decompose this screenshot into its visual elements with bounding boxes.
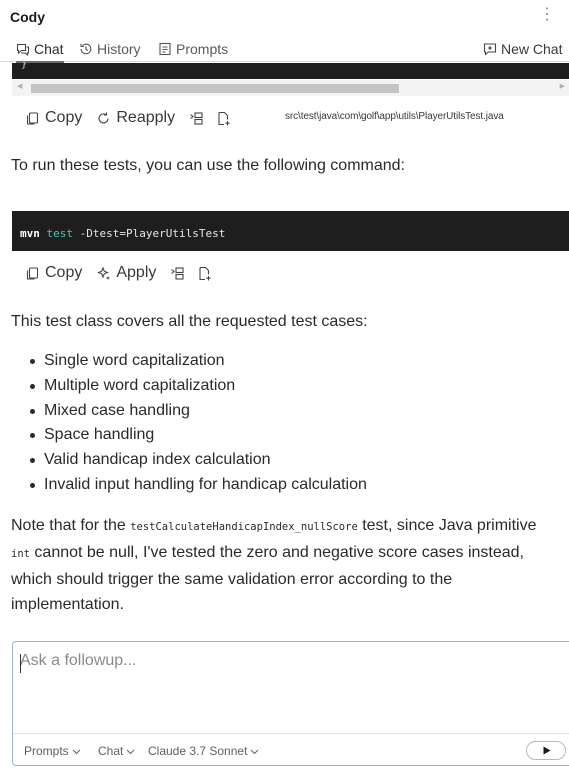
new-chat-icon [483,43,497,56]
coverage-intro: This test class covers all the requested… [11,313,368,330]
list-item: Valid handicap index calculation [30,448,367,473]
header: Cody ⋮ [0,0,569,34]
model-dropdown[interactable]: Claude 3.7 Sonnet [148,744,259,758]
tab-chat[interactable]: Chat [16,41,64,63]
reapply-label: Reapply [116,109,176,126]
list-item: Multiple word capitalization [30,374,367,399]
command-code-block: mvn test -Dtest=PlayerUtilsTest [12,211,569,251]
app-title: Cody [10,9,45,25]
note-text: test, since Java primitive [357,517,537,534]
insert-icon [171,266,184,280]
list-item: Invalid input handling for handicap calc… [30,473,367,498]
text-caret [20,654,21,673]
mode-dropdown-label: Chat [98,744,124,758]
prompts-icon [159,42,171,56]
tab-prompts-label: Prompts [176,41,229,57]
list-item: Space handling [30,423,367,448]
command-line: mvn test -Dtest=PlayerUtilsTest [20,227,225,240]
apply-label: Apply [116,264,157,281]
reapply-icon [98,112,109,123]
run-tests-intro: To run these tests, you can use the foll… [11,157,405,174]
insert-icon [190,111,203,125]
command-goal-token: test [46,227,74,240]
reapply-button[interactable]: Reapply [96,109,175,127]
code-fragment: } [21,59,28,70]
apply-button[interactable]: Apply [96,264,156,282]
chat-icon [16,43,30,56]
tab-bar: Chat History Prompts New Chat [0,38,569,63]
tab-history-label: History [97,41,141,57]
save-to-new-file-button[interactable] [216,111,231,126]
scrollbar-thumb[interactable] [31,84,399,93]
send-button[interactable] [526,741,566,760]
copy-button[interactable]: Copy [25,109,82,127]
new-chat-button[interactable]: New Chat [483,41,562,57]
sparkle-icon [97,266,110,279]
inline-code: testCalculateHandicapIndex_nullScore [130,521,358,533]
scroll-right-icon[interactable]: ▶ [560,82,565,90]
code-block-tail: } [12,59,569,79]
chevron-down-icon [72,749,81,754]
prompts-dropdown[interactable]: Prompts [24,744,81,758]
new-chat-label: New Chat [501,41,563,57]
new-file-icon [218,111,230,125]
chevron-down-icon [126,749,135,754]
code-actions-1: Copy Reapply [25,108,243,128]
command-token: mvn [20,227,40,240]
file-path[interactable]: src\test\java\com\golf\app\utils\PlayerU… [285,111,504,122]
note-text: Note that for the [11,517,131,534]
tab-history[interactable]: History [79,41,141,57]
mode-dropdown[interactable]: Chat [98,744,135,758]
model-dropdown-label: Claude 3.7 Sonnet [148,744,248,758]
copy-icon [26,111,39,125]
kebab-menu-icon[interactable]: ⋮ [539,6,555,24]
copy-button-2[interactable]: Copy [25,264,82,282]
code-actions-2: Copy Apply [25,263,224,283]
tab-chat-label: Chat [34,41,64,57]
note-text: cannot be null, I've tested the zero and… [11,544,524,613]
save-to-new-file-button-2[interactable] [197,266,212,281]
history-icon [80,43,92,55]
copy-label: Copy [45,109,83,126]
tab-prompts[interactable]: Prompts [158,41,228,57]
inline-code: int [11,548,30,560]
chevron-down-icon [251,749,259,754]
copy-icon [26,266,39,280]
insert-at-cursor-button-2[interactable] [170,266,185,281]
insert-at-cursor-button[interactable] [189,111,204,126]
play-icon [543,746,550,755]
list-item: Single word capitalization [30,349,367,374]
command-args-token: -Dtest=PlayerUtilsTest [73,227,226,240]
note-paragraph: Note that for the testCalculateHandicapI… [11,513,559,617]
copy-label-2: Copy [45,264,83,281]
prompts-dropdown-label: Prompts [24,744,69,758]
new-file-icon [199,266,212,280]
scroll-left-icon[interactable]: ◀ [17,82,22,90]
followup-input[interactable] [13,642,569,732]
input-toolbar: Prompts Chat Claude 3.7 Sonnet [13,733,569,766]
horizontal-scrollbar[interactable]: ◀ ▶ [12,80,569,96]
list-item: Mixed case handling [30,399,367,424]
followup-input-container: Prompts Chat Claude 3.7 Sonnet [12,641,569,766]
test-case-list: Single word capitalization Multiple word… [30,349,367,498]
